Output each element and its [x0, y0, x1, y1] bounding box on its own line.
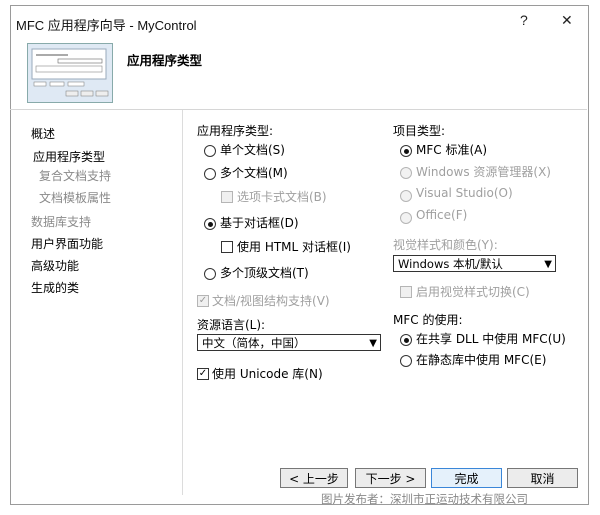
nav-item-app-type[interactable]: 应用程序类型	[33, 148, 105, 165]
mfc-use-label: MFC 的使用:	[393, 313, 463, 327]
single-doc-label[interactable]: 单个文档(S)	[220, 141, 285, 158]
close-button[interactable]: ✕	[561, 12, 573, 29]
unicode-label[interactable]: 使用 Unicode 库(N)	[212, 365, 323, 382]
multi-top-level-radio[interactable]	[204, 268, 216, 280]
nav-item-overview[interactable]: 概述	[31, 125, 55, 142]
nav-item-ui-features[interactable]: 用户界面功能	[31, 235, 103, 252]
dialog-based-radio[interactable]	[204, 218, 216, 230]
nav-item-compound-doc: 复合文档支持	[39, 169, 112, 183]
html-dialog-checkbox[interactable]	[221, 241, 233, 253]
chevron-down-icon: ▼	[369, 338, 377, 349]
multi-doc-radio[interactable]	[204, 168, 216, 180]
next-button[interactable]: 下一步 >	[355, 468, 426, 488]
office-label: Office(F)	[416, 208, 468, 222]
nav-item-advanced[interactable]: 高级功能	[31, 257, 79, 274]
visual-style-value: Windows 本机/默认	[398, 257, 503, 271]
chevron-down-icon: ▼	[544, 259, 552, 270]
windows-explorer-label: Windows 资源管理器(X)	[416, 165, 551, 179]
enable-style-switch-checkbox	[400, 286, 412, 298]
unicode-checkbox[interactable]: ✓	[197, 368, 209, 380]
window-title: MFC 应用程序向导 - MyControl	[16, 18, 197, 33]
multi-top-level-label[interactable]: 多个顶级文档(T)	[220, 264, 309, 281]
tabbed-docs-label: 选项卡式文档(B)	[237, 190, 327, 204]
finish-button[interactable]: 完成	[431, 468, 502, 488]
header-divider	[10, 109, 587, 110]
mfc-standard-radio[interactable]	[400, 145, 412, 157]
html-dialog-label[interactable]: 使用 HTML 对话框(I)	[237, 238, 351, 255]
nav-item-doc-template: 文档模板属性	[39, 191, 112, 205]
nav-divider	[182, 110, 183, 495]
doc-view-label: 文档/视图结构支持(V)	[212, 294, 330, 308]
cancel-button[interactable]: 取消	[507, 468, 578, 488]
visual-style-label: 视觉样式和颜色(Y):	[393, 238, 498, 252]
wizard-thumbnail-image	[27, 43, 113, 103]
doc-view-checkbox: ✓	[197, 295, 209, 307]
mfc-standard-label[interactable]: MFC 标准(A)	[416, 141, 487, 158]
prev-button[interactable]: < 上一步	[280, 468, 348, 488]
windows-explorer-radio	[400, 167, 412, 179]
enable-style-switch-label: 启用视觉样式切换(C)	[416, 285, 530, 299]
project-type-label: 项目类型:	[393, 124, 446, 138]
app-type-label: 应用程序类型:	[197, 124, 274, 138]
help-button[interactable]: ?	[520, 12, 528, 28]
shared-dll-radio[interactable]	[400, 334, 412, 346]
wizard-preview-icon	[28, 44, 112, 102]
visual-studio-radio	[400, 190, 412, 202]
static-lib-radio[interactable]	[400, 355, 412, 367]
resource-language-value: 中文（简体，中国）	[202, 336, 306, 350]
nav-item-generated-classes[interactable]: 生成的类	[31, 279, 79, 296]
watermark-text: 图片发布者：深圳市正运动技术有限公司	[321, 492, 528, 506]
tabbed-docs-checkbox	[221, 191, 233, 203]
single-doc-radio[interactable]	[204, 145, 216, 157]
dialog-based-label[interactable]: 基于对话框(D)	[220, 214, 299, 231]
shared-dll-label[interactable]: 在共享 DLL 中使用 MFC(U)	[416, 330, 566, 347]
nav-item-database: 数据库支持	[31, 215, 92, 229]
resource-language-select[interactable]: 中文（简体，中国） ▼	[197, 334, 381, 351]
office-radio	[400, 212, 412, 224]
multi-doc-label[interactable]: 多个文档(M)	[220, 164, 288, 181]
visual-studio-label: Visual Studio(O)	[416, 186, 513, 200]
resource-language-label: 资源语言(L):	[197, 318, 266, 332]
page-title: 应用程序类型	[127, 53, 203, 68]
static-lib-label[interactable]: 在静态库中使用 MFC(E)	[416, 351, 546, 368]
visual-style-select[interactable]: Windows 本机/默认 ▼	[393, 255, 556, 272]
